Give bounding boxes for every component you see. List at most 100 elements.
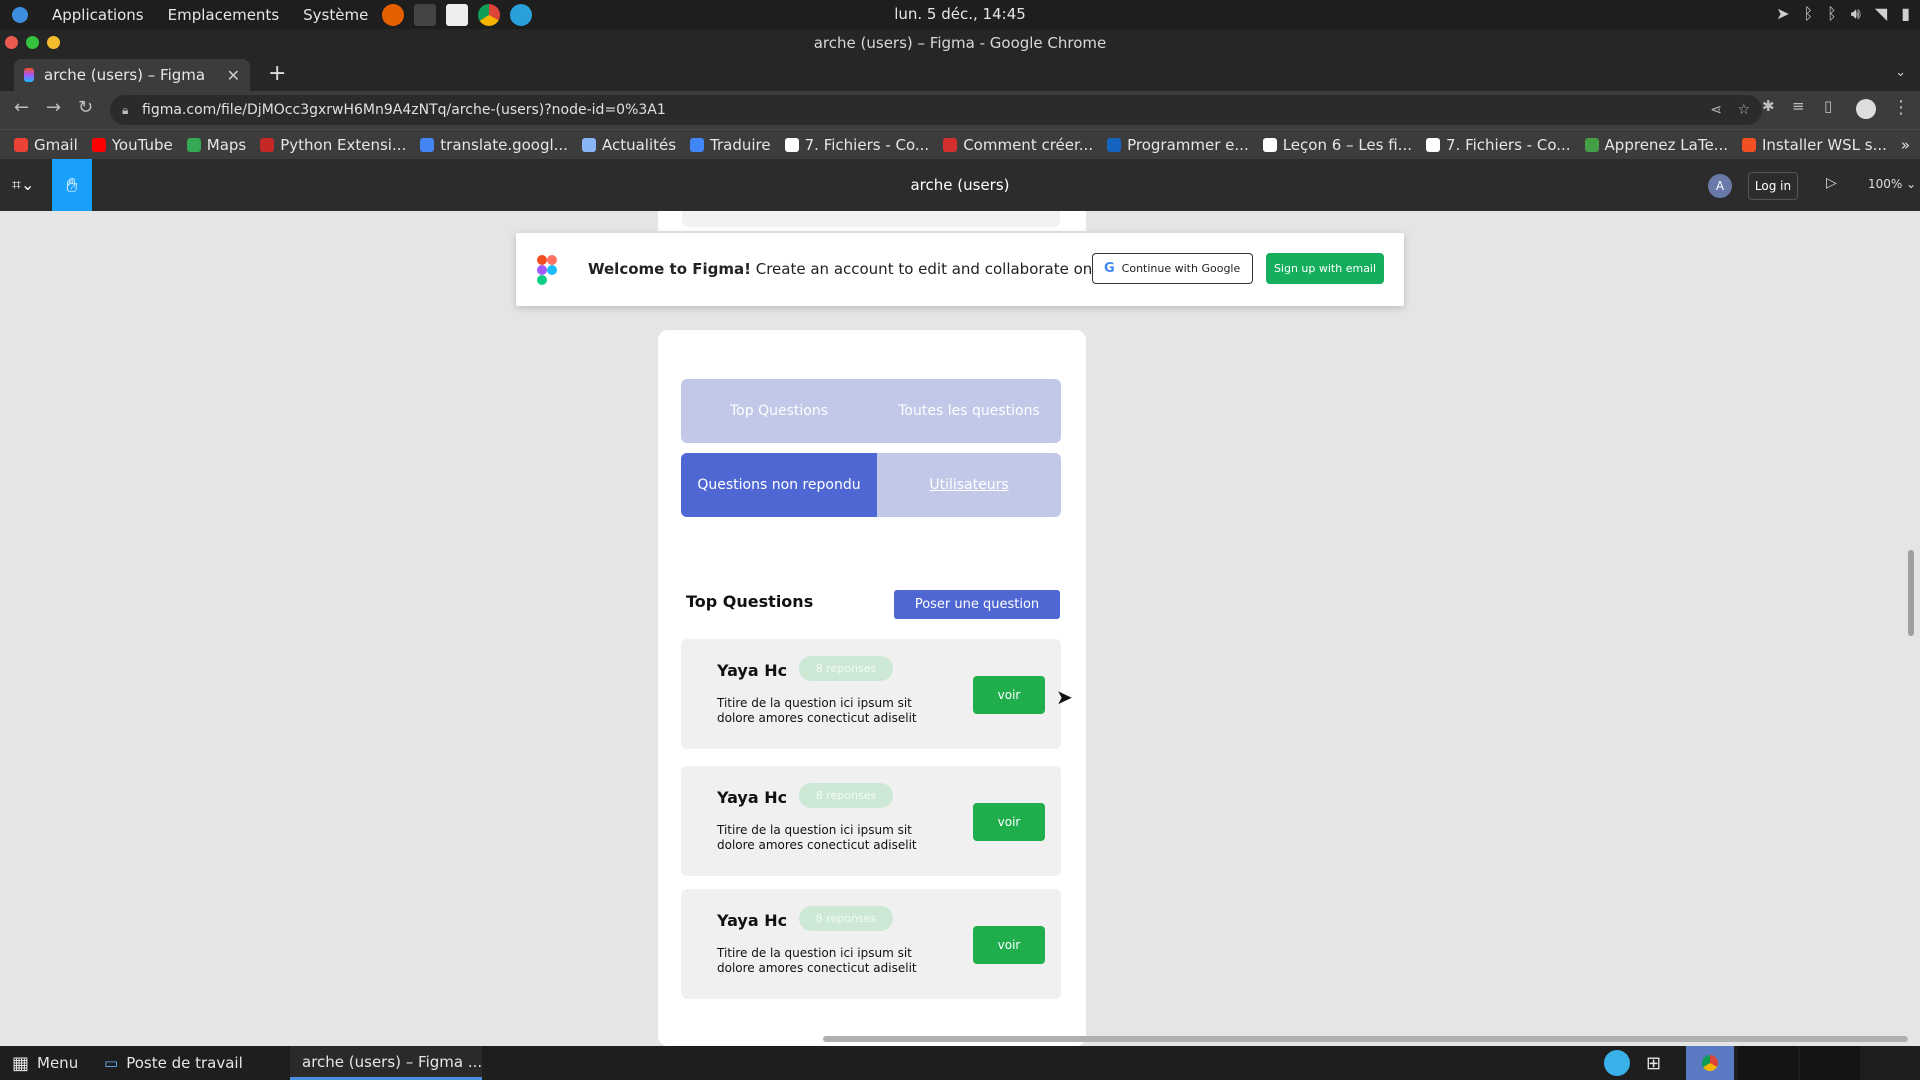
extensions-icon[interactable]: ✱ [1762,97,1775,115]
workspace-button[interactable]: ▭ Poste de travail [104,1046,243,1080]
bookmark-item[interactable]: Installer WSL s... [1742,136,1887,154]
text-editor-icon[interactable] [446,3,469,26]
question-author: Yaya Hc [717,788,788,807]
forward-icon[interactable]: → [46,97,61,118]
answers-badge: 8 reponses [799,783,893,808]
view-question-button[interactable]: voir [973,676,1045,714]
login-button[interactable]: Log in [1748,172,1798,200]
volume-icon[interactable]: 🔊︎ [1851,4,1861,24]
browser-tab[interactable]: arche (users) – Figma ✕ [14,59,250,91]
google-button-label: Continue with Google [1121,262,1241,275]
bookmark-label: Maps [206,135,247,154]
bookmark-star-icon[interactable]: ☆ [1737,95,1750,125]
bookmark-item[interactable]: 7. Fichiers - Co... [1425,136,1571,154]
bookmark-item[interactable]: Actualités [581,136,676,154]
more-bookmarks-icon[interactable]: » [1901,136,1910,154]
maximize-window-icon[interactable] [26,36,39,49]
firefox-icon[interactable] [382,3,405,26]
bookmark-item[interactable]: Leçon 6 – Les fi... [1262,136,1412,154]
back-icon[interactable]: ← [14,97,29,118]
answers-badge: 8 reponses [799,906,893,931]
tab-users[interactable]: Utilisateurs [877,453,1061,517]
bookmark-item[interactable]: Python Extensi... [260,136,406,154]
bookmark-item[interactable]: YouTube [91,136,173,154]
profile-avatar[interactable] [1856,99,1876,119]
share-icon[interactable]: ⋖ [1710,95,1722,125]
bookmark-item[interactable]: Programmer e... [1107,136,1249,154]
question-text: Titire de la question ici ipsum sit dolo… [717,696,917,725]
battery-icon[interactable]: ▮ [1901,4,1910,24]
window-title: arche (users) – Figma - Google Chrome [813,34,1107,52]
wifi-icon[interactable]: ◥ [1875,4,1887,24]
location-icon[interactable]: ➤ [1776,4,1789,24]
close-tab-icon[interactable]: ✕ [227,66,240,85]
media-icon[interactable]: ≡ [1792,97,1805,115]
bookmark-favicon-icon [1425,137,1440,152]
continue-with-google-button[interactable]: G Continue with Google [1092,253,1253,284]
tab-top-questions[interactable]: Top Questions [681,379,877,443]
question-card: Yaya Hc 8 reponses Titire de la question… [681,889,1061,999]
view-question-button[interactable]: voir [973,926,1045,964]
tab-search-icon[interactable]: ⌄ [1895,65,1906,80]
bookmark-label: Python Extensi... [280,135,407,154]
sign-up-email-button[interactable]: Sign up with email [1266,253,1384,284]
new-tab-icon[interactable]: + [268,61,286,86]
reload-icon[interactable]: ↻ [78,97,93,118]
taskbar: ▦ Menu ▭ Poste de travail arche (users) … [0,1046,1920,1080]
figma-canvas[interactable]: Top Questions Toutes les questions Quest… [0,211,1920,1046]
close-window-icon[interactable] [5,36,18,49]
bookmark-label: Programmer e... [1127,135,1249,154]
previous-frame-card [682,211,1060,227]
minimize-window-icon[interactable] [47,36,60,49]
lock-icon[interactable]: 🔒︎ [122,95,128,125]
bluetooth-icon[interactable]: ᛒ [1804,4,1814,24]
telegram-icon[interactable] [510,3,533,26]
os-logo-icon[interactable] [12,6,28,23]
workspace-switcher-1[interactable] [1738,1046,1798,1080]
figma-favicon-icon [24,68,34,82]
chrome-icon[interactable] [478,3,501,26]
taskbar-window-chrome[interactable]: arche (users) – Figma ... [290,1046,482,1080]
present-play-icon[interactable]: ▷ [1826,175,1837,191]
view-question-button[interactable]: voir [973,803,1045,841]
bookmark-item[interactable]: Gmail [14,136,78,154]
tab-all-questions[interactable]: Toutes les questions [877,379,1061,443]
horizontal-scrollbar[interactable] [823,1036,1908,1042]
power-icon[interactable] [1604,1046,1630,1080]
start-menu-button[interactable]: ▦ Menu [12,1046,78,1080]
bookmark-item[interactable]: Apprenez LaTe... [1584,136,1728,154]
mouse-cursor-icon: ➤ [1056,685,1073,709]
menu-applications[interactable]: Applications [52,6,144,24]
vertical-scrollbar[interactable] [1908,550,1914,636]
ask-question-button[interactable]: Poser une question [894,590,1060,619]
bookmark-item[interactable]: 7. Fichiers - Co... [784,135,930,154]
bookmarks-bar: Gmail YouTube Maps Python Extensi... transla… [0,129,1920,159]
hand-tool-icon[interactable]: ✋︎ [52,159,92,211]
address-bar[interactable]: 🔒︎ figma.com/file/DjMOcc3gxrwH6Mn9A4zNTq… [110,95,1762,125]
welcome-banner: Welcome to Figma! Create an account to e… [516,233,1404,306]
bookmark-label: 7. Fichiers - Co... [804,135,930,154]
bluetooth-secondary-icon[interactable]: ᛒ [1827,4,1837,24]
menu-systeme[interactable]: Système [303,6,368,24]
bookmark-favicon-icon [1584,137,1599,152]
bookmark-favicon-icon [690,137,705,152]
bookmark-item[interactable]: Maps [186,135,247,154]
tab-unanswered-questions[interactable]: Questions non repondu [681,453,877,517]
bookmark-item[interactable]: Comment créer... [943,136,1093,154]
bookmark-favicon-icon [186,137,201,152]
menu-label: Menu [37,1054,79,1072]
chrome-menu-icon[interactable]: ⋮ [1892,97,1910,118]
menu-emplacements[interactable]: Emplacements [168,6,280,24]
figma-main-menu-icon[interactable]: ⌗⌄ [12,175,34,195]
terminal-icon[interactable] [414,3,437,26]
active-window-label: arche (users) – Figma ... [302,1052,483,1071]
bookmark-item[interactable]: translate.googl... [420,136,568,154]
workspace-switcher-2[interactable] [1800,1046,1860,1080]
sidepanel-icon[interactable]: ▯ [1824,97,1832,115]
screenshot-tool-icon[interactable]: ⊞ [1646,1046,1661,1080]
bookmark-item[interactable]: Traduire [690,136,771,154]
zoom-dropdown[interactable]: 100% ⌄ [1868,177,1916,191]
chrome-launcher-icon[interactable] [1686,1046,1734,1080]
avatar[interactable]: A [1708,174,1732,198]
figma-logo-icon [537,255,557,285]
